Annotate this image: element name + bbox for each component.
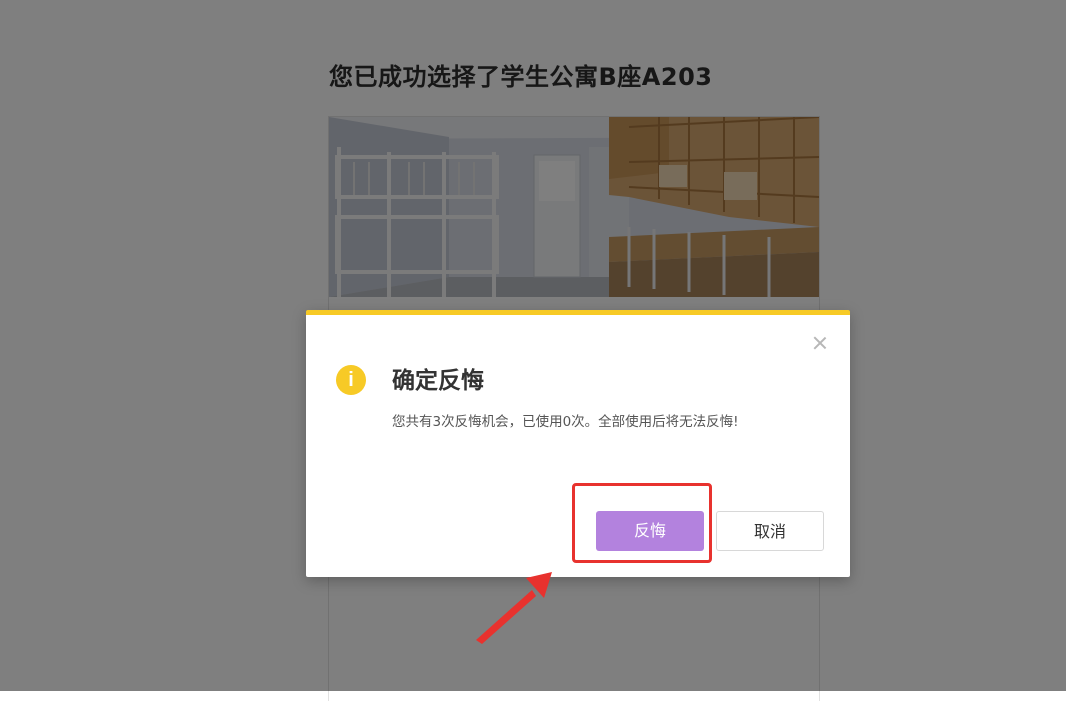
- regret-confirm-dialog: i 确定反悔 您共有3次反悔机会，已使用0次。全部使用后将无法反悔! 反悔 取消: [306, 310, 850, 577]
- regret-button[interactable]: 反悔: [596, 511, 704, 551]
- close-icon[interactable]: [812, 335, 828, 351]
- dialog-message: 您共有3次反悔机会，已使用0次。全部使用后将无法反悔!: [392, 414, 739, 430]
- info-icon: i: [336, 365, 366, 395]
- cancel-button[interactable]: 取消: [716, 511, 824, 551]
- dialog-title: 确定反悔: [392, 368, 484, 394]
